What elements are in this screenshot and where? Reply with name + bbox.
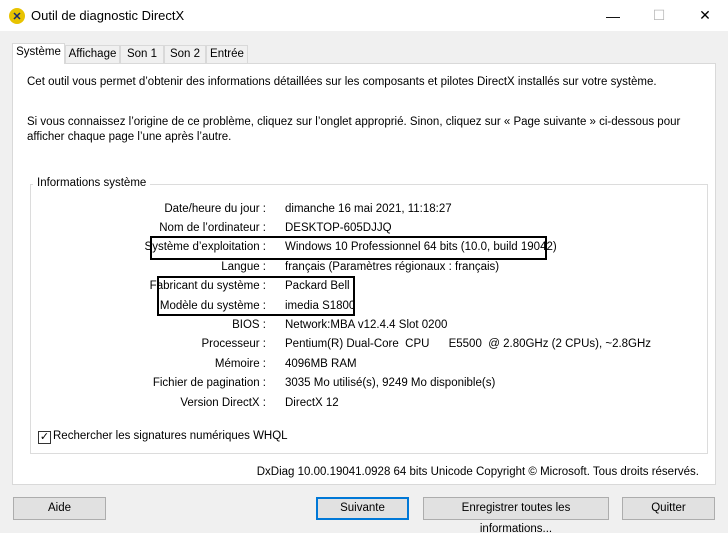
intro-text-2: Si vous connaissez l’origine de ce probl… <box>27 116 681 143</box>
tab-affichage[interactable]: Affichage <box>65 45 120 63</box>
info-row-pagefile: Fichier de pagination : 3035 Mo utilisé(… <box>13 375 717 391</box>
info-label: Version DirectX : <box>180 397 266 409</box>
info-row-manufacturer: Fabricant du système : Packard Bell <box>13 278 717 294</box>
info-value: français (Paramètres régionaux : françai… <box>285 261 500 273</box>
info-label: BIOS : <box>232 319 266 331</box>
info-label: Langue : <box>221 261 266 273</box>
info-row-model: Modèle du système : imedia S1800 <box>13 298 717 314</box>
os-highlight-box <box>150 236 547 260</box>
save-all-button[interactable]: Enregistrer toutes les informations... <box>423 497 609 535</box>
window-title: Outil de diagnostic DirectX <box>31 8 185 23</box>
tab-son-1[interactable]: Son 1 <box>120 45 164 63</box>
tab-entree[interactable]: Entrée <box>206 45 248 63</box>
systeme-panel: Cet outil vous permet d’obtenir des info… <box>12 63 716 485</box>
info-label: Processeur : <box>201 338 266 350</box>
info-row-language: Langue : français (Paramètres régionaux … <box>13 259 717 275</box>
info-value: Network:MBA v12.4.4 Slot 0200 <box>285 319 448 331</box>
maximize-button[interactable]: ☐ <box>636 0 682 31</box>
copyright-text: DxDiag 10.00.19041.0928 64 bits Unicode … <box>256 466 699 478</box>
quit-button[interactable]: Quitter <box>622 497 715 520</box>
info-row-date: Date/heure du jour : dimanche 16 mai 202… <box>13 201 717 217</box>
group-title: Informations système <box>33 177 151 189</box>
info-row-computer-name: Nom de l’ordinateur : DESKTOP-605DJJQ <box>13 220 717 236</box>
info-label: Nom de l’ordinateur : <box>159 222 266 234</box>
directx-icon: ✕ <box>9 8 25 24</box>
info-label: Fichier de pagination : <box>152 377 266 389</box>
info-value: DirectX 12 <box>285 397 339 409</box>
close-button[interactable]: ✕ <box>682 0 728 31</box>
info-row-processor: Processeur : Pentium(R) Dual-Core CPU E5… <box>13 336 717 352</box>
info-row-memory: Mémoire : 4096MB RAM <box>13 356 717 372</box>
info-value: DESKTOP-605DJJQ <box>285 222 392 234</box>
next-button[interactable]: Suivante <box>316 497 409 520</box>
tab-systeme[interactable]: Système <box>12 43 65 64</box>
intro-text-1: Cet outil vous permet d’obtenir des info… <box>27 76 657 88</box>
help-button[interactable]: Aide <box>13 497 106 520</box>
info-label: Mémoire : <box>214 358 266 370</box>
minimize-button[interactable]: — <box>590 0 636 31</box>
whql-checkbox[interactable]: ✓ <box>38 431 51 444</box>
manufacturer-highlight-box <box>157 276 355 316</box>
whql-checkbox-label[interactable]: Rechercher les signatures numériques WHQ… <box>53 430 288 442</box>
info-value: 3035 Mo utilisé(s), 9249 Mo disponible(s… <box>285 377 496 389</box>
info-value: 4096MB RAM <box>285 358 357 370</box>
info-row-bios: BIOS : Network:MBA v12.4.4 Slot 0200 <box>13 317 717 333</box>
info-label: Date/heure du jour : <box>164 203 266 215</box>
tab-son-2[interactable]: Son 2 <box>164 45 206 63</box>
info-row-directx: Version DirectX : DirectX 12 <box>13 395 717 411</box>
info-value: Pentium(R) Dual-Core CPU E5500 @ 2.80GHz… <box>285 338 652 350</box>
title-bar: ✕ Outil de diagnostic DirectX — ☐ ✕ <box>0 0 728 31</box>
info-value: dimanche 16 mai 2021, 11:18:27 <box>285 203 452 215</box>
dxdiag-window: ✕ Outil de diagnostic DirectX — ☐ ✕ Syst… <box>0 0 728 535</box>
